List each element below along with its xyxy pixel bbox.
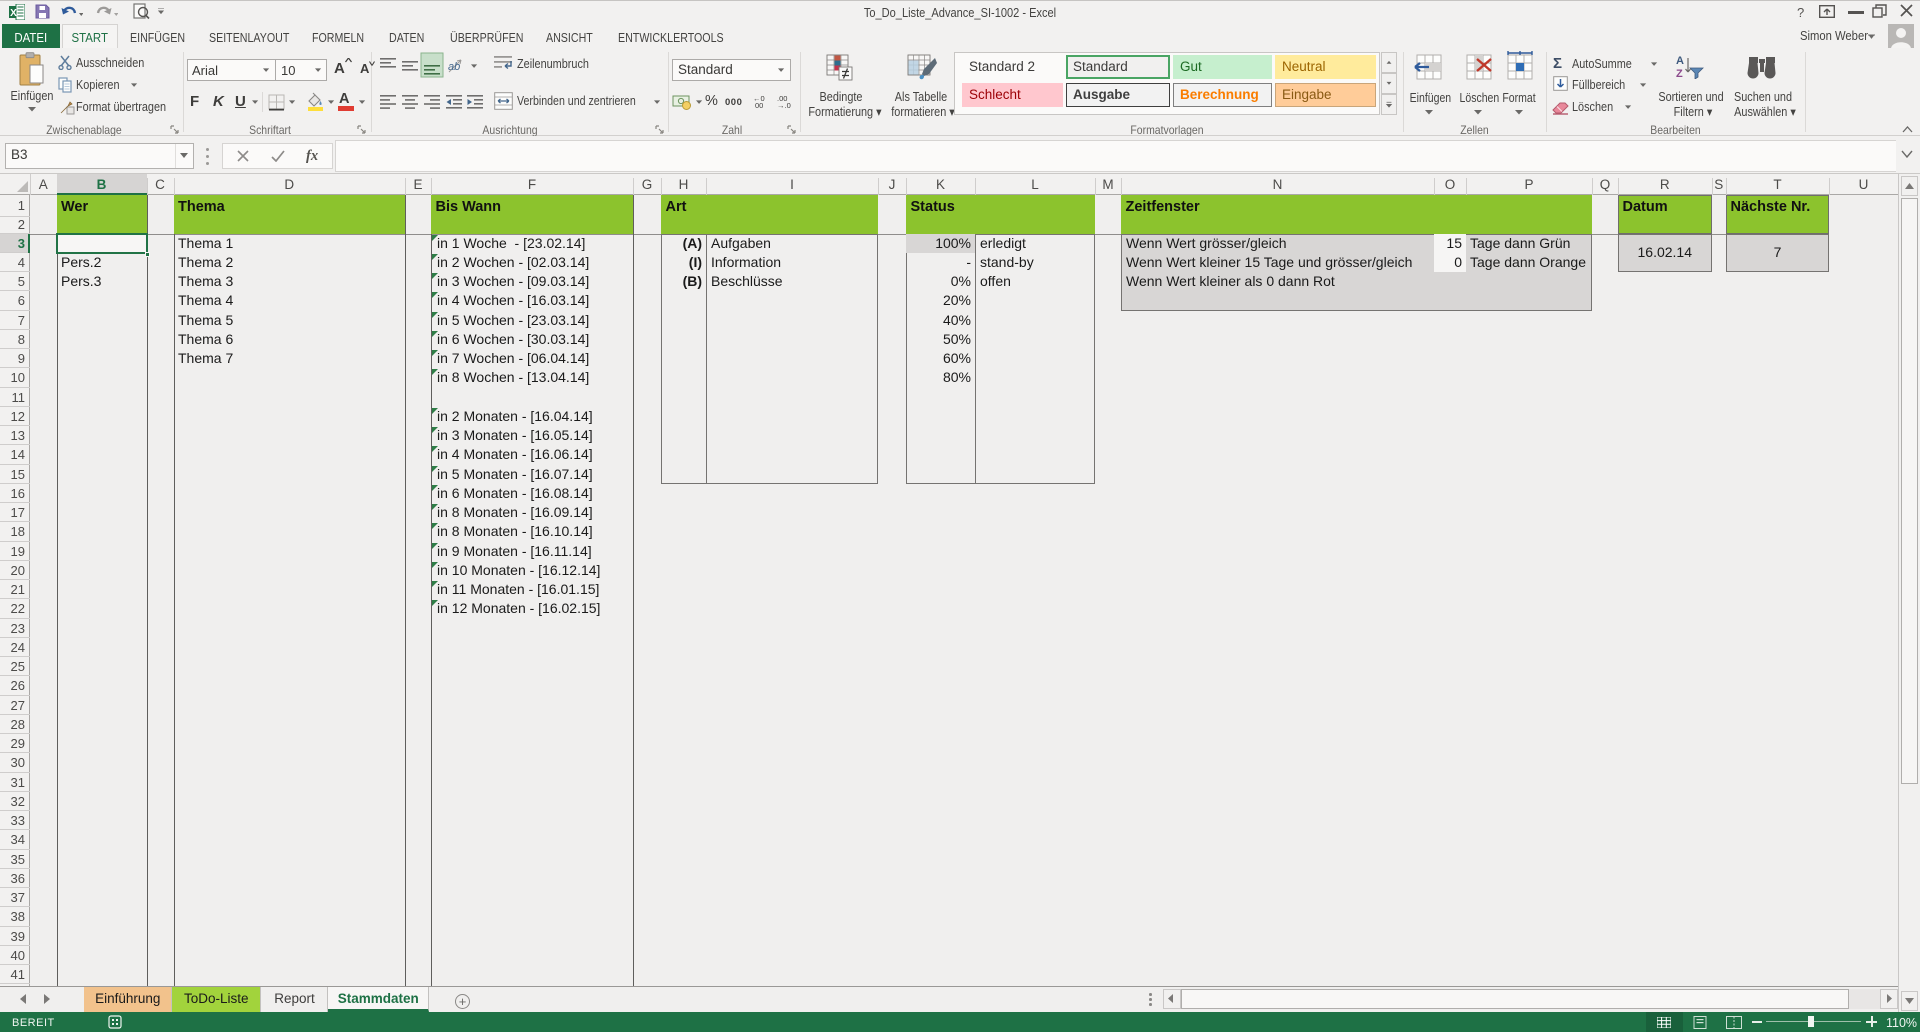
svg-text:X: X [10,8,17,19]
svg-text:Z: Z [1676,68,1683,79]
svg-text:00: 00 [755,101,763,109]
svg-text:A: A [1676,55,1684,67]
svg-text:→.0: →.0 [777,101,791,109]
svg-text:ab: ab [448,61,460,73]
